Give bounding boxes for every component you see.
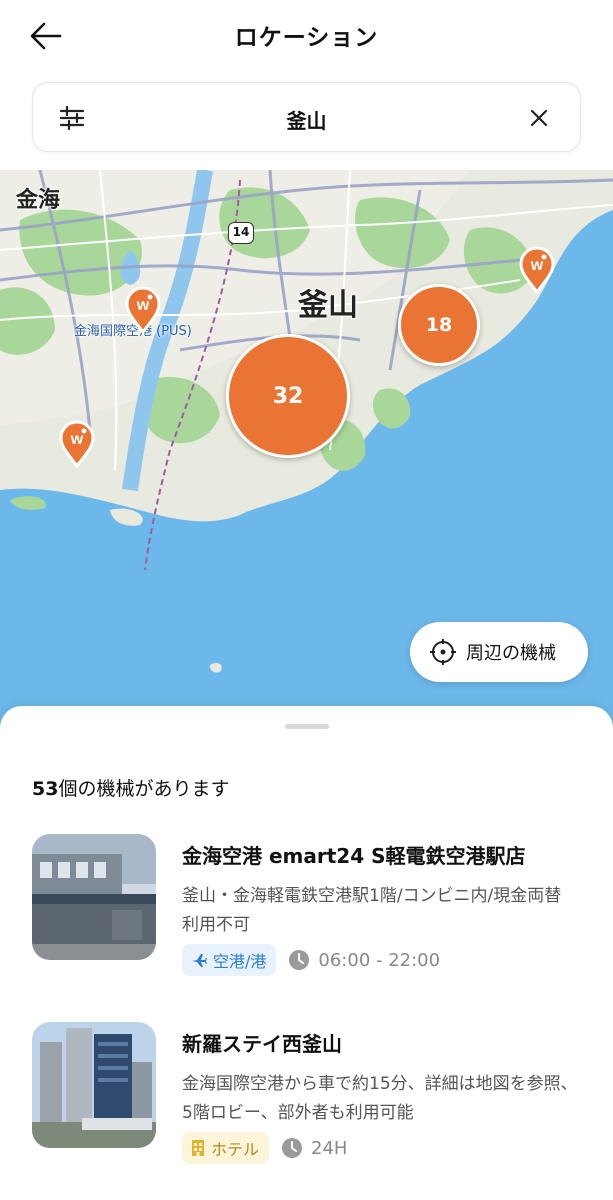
svg-text:w: w (70, 431, 84, 448)
map[interactable]: 金海 釜山 金海国際空港 (PUS) 14 32 18 w w w 周辺の機械 (0, 170, 613, 730)
results-count: 53個の機械があります (32, 774, 229, 801)
header: ロケーション (0, 0, 613, 72)
map-cluster[interactable]: 32 (226, 334, 350, 458)
clear-search-button[interactable] (526, 105, 552, 131)
close-icon (530, 109, 548, 127)
location-meta: ホテル 24H (182, 1132, 347, 1164)
map-label-gimhae: 金海 (16, 188, 61, 213)
crosshair-icon (430, 639, 456, 665)
svg-text:w: w (530, 257, 544, 274)
category-badge: ホテル (182, 1132, 270, 1164)
category-label: ホテル (211, 1140, 260, 1159)
opening-hours: 24H (281, 1137, 347, 1159)
nearby-machines-button[interactable]: 周辺の機械 (410, 622, 588, 682)
machine-pin-icon[interactable]: w (518, 246, 556, 295)
location-meta: 空港/港 06:00 - 22:00 (182, 944, 440, 976)
category-label: 空港/港 (213, 952, 267, 971)
page-title: ロケーション (234, 25, 379, 51)
map-label-busan: 釜山 (298, 288, 358, 323)
location-description: 金海国際空港から車で約15分、詳細は地図を参照、5階ロビー、部外者も利用可能 (182, 1074, 578, 1123)
map-cluster[interactable]: 18 (398, 284, 480, 366)
opening-hours: 06:00 - 22:00 (288, 949, 440, 971)
clock-icon (282, 1138, 303, 1158)
route-number-badge: 14 (228, 222, 254, 244)
location-photo (32, 1022, 156, 1148)
opening-hours-text: 06:00 - 22:00 (318, 949, 441, 971)
results-count-suffix: 個の機械があります (58, 778, 230, 800)
search-input[interactable]: 釜山 (33, 105, 580, 134)
airplane-icon (192, 954, 207, 967)
nearby-machines-label: 周辺の機械 (466, 643, 556, 664)
machine-pin-icon[interactable]: w (58, 420, 96, 469)
svg-text:w: w (136, 297, 150, 314)
location-title: 新羅ステイ西釜山 (182, 1032, 342, 1056)
search-bar[interactable]: 釜山 (32, 82, 581, 152)
machine-pin-icon[interactable]: w (124, 286, 162, 335)
building-icon (192, 1140, 204, 1156)
sheet-drag-handle[interactable] (285, 724, 329, 729)
results-count-number: 53 (32, 778, 59, 800)
opening-hours-text: 24H (311, 1137, 348, 1159)
results-sheet: 53個の機械があります 金海空港 emart24 S軽電鉄空港駅店 釜山・金海軽… (0, 706, 613, 1200)
location-description: 釜山・金海軽電鉄空港駅1階/コンビニ内/現金両替 利用不可 (182, 886, 562, 935)
clock-icon (289, 950, 310, 970)
location-photo (32, 834, 156, 960)
category-badge: 空港/港 (182, 944, 277, 976)
location-title: 金海空港 emart24 S軽電鉄空港駅店 (182, 844, 526, 868)
